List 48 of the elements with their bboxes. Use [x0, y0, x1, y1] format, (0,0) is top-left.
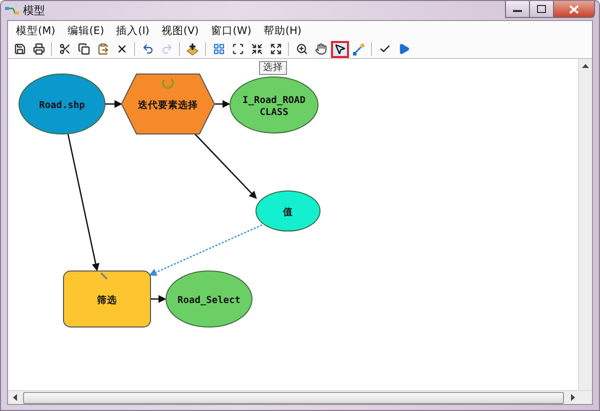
toolbar-button[interactable]	[330, 40, 348, 58]
full-extent-icon	[232, 43, 244, 55]
add-data-icon	[186, 42, 199, 56]
caret-right-icon	[570, 394, 574, 401]
zoom-in-icon	[296, 43, 308, 55]
connector-arrow	[215, 100, 230, 108]
menu-item[interactable]: 帮助(H)	[257, 24, 308, 38]
printer-icon	[32, 43, 44, 55]
scrollbar-thumb[interactable]	[23, 392, 564, 404]
scissors-icon	[58, 43, 70, 55]
window-title: 模型	[23, 3, 45, 18]
caret-up-icon	[582, 64, 589, 68]
undo-icon	[142, 43, 154, 55]
menu-item[interactable]: 窗口(W)	[204, 24, 258, 38]
tooltip: 选择	[259, 61, 287, 75]
menu-item[interactable]: 编辑(E)	[61, 24, 110, 38]
value-node[interactable]: 值	[256, 190, 320, 232]
connector-arrow	[151, 295, 166, 303]
pointer-icon	[334, 43, 346, 55]
output-node[interactable]: Road_Select	[166, 270, 252, 328]
tool-node[interactable]: 筛选	[63, 270, 151, 328]
maximize-button[interactable]	[529, 1, 554, 18]
hand-icon	[314, 43, 326, 55]
checkmark-icon	[378, 43, 390, 55]
caret-left-icon	[12, 394, 16, 401]
connect-icon	[352, 42, 365, 56]
output-node[interactable]: I_Road_ROAD CLASS	[230, 76, 318, 134]
shrink-icon	[250, 43, 262, 55]
close-icon	[569, 4, 579, 14]
grid-icon	[212, 43, 224, 55]
maximize-icon	[537, 5, 546, 13]
minimize-button[interactable]	[505, 1, 530, 18]
iterator-node[interactable]: 迭代要素选择	[120, 74, 216, 134]
delete-icon	[116, 43, 128, 55]
redo-icon	[160, 43, 172, 55]
copy-icon	[78, 43, 90, 55]
expand-icon	[270, 43, 282, 55]
close-button[interactable]	[553, 1, 595, 18]
data-node[interactable]: Road.shp	[18, 74, 106, 134]
menu-item[interactable]: 视图(V)	[155, 24, 205, 38]
play-icon	[398, 43, 410, 55]
menu-item[interactable]: 模型(M)	[10, 24, 62, 38]
connector-arrow	[194, 132, 257, 199]
model-icon	[5, 6, 19, 16]
connector-arrow	[105, 100, 122, 108]
paste-icon	[96, 43, 108, 55]
save-icon	[14, 43, 26, 55]
menu-item[interactable]: 插入(I)	[110, 24, 156, 38]
